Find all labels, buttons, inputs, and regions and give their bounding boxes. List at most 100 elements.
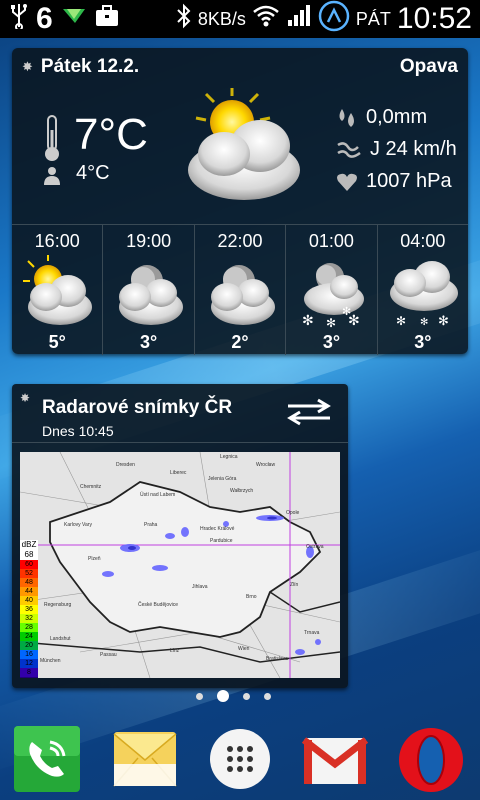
map-city-label: Dresden: [116, 462, 135, 468]
forecast-item[interactable]: 19:00 3°: [103, 225, 195, 355]
map-city-label: Plzeň: [88, 556, 101, 562]
precipitation-stat: 0,0mm: [336, 106, 427, 129]
forecast-temp: 3°: [322, 332, 341, 352]
radar-widget[interactable]: ✸ Radarové snímky ČR Dnes 10:45 Dresden …: [12, 384, 348, 688]
map-city-label: Linz: [170, 648, 180, 654]
forecast-item[interactable]: 22:00 2°: [195, 225, 287, 355]
forecast-time: 19:00: [126, 231, 172, 251]
forecast-item[interactable]: 04:00 ✻ ✻ ✻ 3°: [378, 225, 468, 355]
map-city-label: Brno: [246, 594, 257, 600]
thermometer-icon: [45, 115, 59, 161]
pressure-stat: 1007 hPa: [336, 170, 452, 193]
page-dot[interactable]: [264, 692, 271, 700]
page-indicator[interactable]: [196, 690, 271, 702]
map-city-label: Zlín: [290, 582, 299, 588]
app-drawer-icon[interactable]: [205, 724, 275, 794]
map-city-label: München: [40, 658, 61, 664]
legend-item: 40: [20, 596, 38, 605]
wifi-icon: [252, 4, 280, 35]
weather-header: ✸ Pátek 12.2. Opava: [22, 54, 458, 80]
svg-text:✻: ✻: [438, 313, 449, 328]
legend-item: 12: [20, 659, 38, 668]
page-dot-active[interactable]: [217, 690, 229, 702]
legend-item: 8: [20, 668, 38, 677]
moon-cloud-icon: [210, 265, 275, 325]
map-city-label: Opole: [286, 510, 300, 516]
opera-app-icon[interactable]: [396, 724, 466, 794]
forecast-item[interactable]: 16:00 5°: [12, 225, 104, 355]
cloud-snow-icon: ✻ ✻ ✻: [389, 261, 458, 328]
forecast-temp: 5°: [48, 332, 66, 352]
legend-item: 24: [20, 632, 38, 641]
forecast-time: 04:00: [400, 231, 446, 251]
legend-item: 4: [20, 677, 38, 678]
network-speed: 8KB/s: [197, 8, 246, 29]
precipitation-value: 0,0mm: [366, 106, 428, 128]
map-city-label: Landshut: [50, 636, 71, 642]
gmail-app-icon[interactable]: [300, 724, 370, 794]
map-city-label: České Budějovice: [138, 602, 179, 608]
legend-item: 44: [20, 587, 38, 596]
wind-value: J 24 km/h: [370, 138, 457, 160]
forecast-time: 22:00: [217, 231, 263, 251]
map-city-label: Chemnitz: [80, 484, 102, 490]
legend-unit: dBZ: [20, 540, 38, 550]
legend-item: 52: [20, 569, 38, 578]
legend-item: 48: [20, 578, 38, 587]
forecast-temp: 2°: [231, 332, 249, 352]
weather-city: Opava: [399, 56, 458, 77]
gear-icon[interactable]: ✸: [22, 59, 33, 75]
map-city-label: Karlovy Vary: [64, 522, 92, 528]
status-bar: 6 8KB/s PÁT 10:52: [0, 0, 480, 38]
svg-text:✻: ✻: [420, 317, 428, 328]
map-city-label: Regensburg: [44, 602, 72, 608]
raindrop-icon: [339, 108, 354, 127]
forecast-temp: 3°: [414, 332, 432, 352]
moon-snow-icon: ✻ ✻ ✻✻: [302, 263, 365, 329]
forecast-time: 16:00: [34, 231, 80, 251]
map-city-label: Legnica: [220, 454, 238, 460]
usb-icon: [10, 3, 28, 36]
swap-icon[interactable]: [284, 398, 334, 426]
map-city-label: Liberec: [170, 470, 187, 476]
map-city-label: Wałbrzych: [230, 488, 254, 494]
legend-item: 36: [20, 605, 38, 614]
svg-text:✻: ✻: [342, 306, 351, 318]
legend-item: 16: [20, 650, 38, 659]
briefcase-icon: [95, 4, 119, 34]
legend-item: 20: [20, 641, 38, 650]
partly-sunny-icon: [23, 255, 92, 325]
forecast-row: 16:00 5° 19:00 3° 22:00 2° 01:00 ✻ ✻ ✻ ✻…: [12, 224, 468, 355]
map-city-label: Jihlava: [192, 584, 208, 590]
signal-icon: [286, 4, 312, 35]
legend-item: 60: [20, 560, 38, 569]
gear-icon[interactable]: ✸: [20, 391, 30, 405]
phone-app-icon[interactable]: [12, 724, 82, 794]
radar-map[interactable]: Dresden Liberec Legnica Wrocław Chemnitz…: [20, 452, 340, 678]
svg-text:✻: ✻: [396, 314, 406, 328]
partly-sunny-icon: [188, 88, 300, 200]
legend-item: 28: [20, 623, 38, 632]
map-city-label: Trnava: [304, 630, 320, 636]
map-city-label: Passau: [100, 652, 117, 658]
wind-icon: [337, 141, 361, 158]
svg-text:✻: ✻: [326, 316, 336, 329]
radar-map-image: [20, 452, 340, 678]
forecast-item[interactable]: 01:00 ✻ ✻ ✻ ✻ 3°: [286, 225, 378, 355]
notification-count: 6: [36, 2, 53, 35]
radar-legend: dBZ 68 60 52 48 44 40 36 32 28 24 20 16 …: [20, 540, 38, 678]
page-dot[interactable]: [196, 692, 203, 700]
map-city-label: Hradec Králové: [200, 526, 235, 532]
messaging-app-icon[interactable]: [110, 724, 180, 794]
forecast-time: 01:00: [308, 231, 354, 251]
map-city-label: Praha: [144, 522, 158, 528]
map-city-label: Bratislava: [266, 656, 288, 662]
page-dot[interactable]: [243, 692, 250, 700]
dock: [0, 712, 480, 800]
map-city-label: Wrocław: [256, 462, 276, 468]
weather-widget[interactable]: ✸ Pátek 12.2. Opava 7°C 4°C 0,0mm J 24 k…: [12, 48, 468, 355]
map-city-label: Ostrava: [306, 544, 324, 550]
status-day: PÁT: [355, 8, 391, 29]
map-city-label: Pardubice: [210, 538, 233, 544]
legend-top: 68: [20, 550, 38, 560]
